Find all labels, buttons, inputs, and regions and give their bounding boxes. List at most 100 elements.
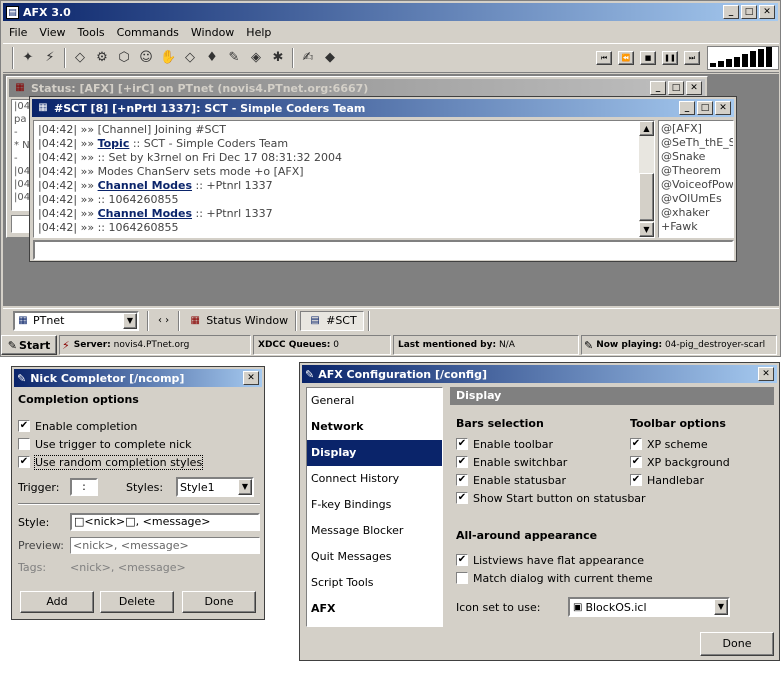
nick-completor-close-button[interactable]: ✕ [243, 371, 259, 385]
chat-link[interactable]: Channel Modes [98, 207, 192, 220]
stop-icon[interactable]: ■ [640, 51, 656, 65]
checkbox[interactable] [456, 572, 468, 584]
nav-item-display[interactable]: Display [307, 440, 442, 466]
config-done-button[interactable]: Done [700, 632, 774, 656]
checkbox[interactable]: ✔ [456, 554, 468, 566]
status-close-button[interactable]: ✕ [686, 81, 702, 95]
checkbox[interactable]: ✔ [18, 456, 30, 468]
nick-item[interactable]: +Fawk [661, 220, 731, 234]
checkbox[interactable]: ✔ [630, 438, 642, 450]
rewind-icon[interactable]: ⏪ [618, 51, 634, 65]
log-icon[interactable]: ◈ [248, 50, 264, 66]
option-xp-scheme[interactable]: ✔ XP scheme [630, 435, 730, 453]
volume-meter[interactable] [707, 46, 779, 70]
chevron-down-icon[interactable]: ▼ [238, 479, 252, 495]
script-icon[interactable]: ✎ [226, 50, 242, 66]
option-listviews-have-flat-appearance[interactable]: ✔ Listviews have flat appearance [456, 551, 653, 569]
channel-scrollbar[interactable]: ▲ ▼ [639, 121, 654, 237]
status-minimize-button[interactable]: _ [650, 81, 666, 95]
channel-icon[interactable]: ◇ [72, 50, 88, 66]
nick-item[interactable]: @VoiceofPowe [661, 178, 733, 192]
option-handlebar[interactable]: ✔ Handlebar [630, 471, 730, 489]
next-icon[interactable]: ⏭ [684, 51, 700, 65]
menu-commands[interactable]: Commands [111, 26, 185, 39]
nick-list[interactable]: @[AFX] @SeTh_thE_S @Snake @Theorem @VoiceofP… [658, 120, 734, 238]
checkbox[interactable]: ✔ [18, 420, 30, 432]
nav-item-quit-messages[interactable]: Quit Messages [307, 544, 442, 570]
chevron-down-icon[interactable]: ▼ [123, 312, 137, 329]
menu-window[interactable]: Window [185, 26, 240, 39]
checkbox[interactable]: ✔ [456, 474, 468, 486]
styles-select[interactable]: Style1 ▼ [176, 477, 254, 497]
add-button[interactable]: Add [20, 591, 94, 613]
menu-help[interactable]: Help [240, 26, 277, 39]
hand-icon[interactable]: ✋ [160, 50, 176, 66]
notepad-icon[interactable]: ✍ [300, 50, 316, 66]
minimize-button[interactable]: _ [723, 5, 739, 19]
status-maximize-button[interactable]: □ [668, 81, 684, 95]
nav-item-message-blocker[interactable]: Message Blocker [307, 518, 442, 544]
channel-window[interactable]: ▦ #SCT [8] [+nPrtl 1337]: SCT - Simple C… [29, 96, 737, 262]
close-button[interactable]: ✕ [759, 5, 775, 19]
channel-window-titlebar[interactable]: ▦ #SCT [8] [+nPrtl 1337]: SCT - Simple C… [32, 99, 734, 117]
nav-item-f-key-bindings[interactable]: F-key Bindings [307, 492, 442, 518]
option-use-random-completion-styles[interactable]: ✔ Use random completion styles [18, 453, 204, 471]
disconnect-icon[interactable]: ⚡ [42, 50, 58, 66]
option-use-trigger-to-complete-nick[interactable]: Use trigger to complete nick [18, 435, 202, 453]
nick-item[interactable]: @vOlUmEs [661, 192, 731, 206]
channel-input[interactable] [33, 240, 734, 260]
chevron-down-icon[interactable]: ▼ [714, 599, 728, 615]
font-icon[interactable]: ◆ [322, 50, 338, 66]
switchbar-nav[interactable]: ‹ › [158, 315, 169, 326]
start-button[interactable]: ✎ Start [1, 335, 57, 355]
query-icon[interactable]: ⚙ [94, 50, 110, 66]
switch-channel[interactable]: ▤ #SCT [300, 310, 364, 331]
trigger-input[interactable]: : [70, 478, 98, 496]
option-enable-switchbar[interactable]: ✔ Enable switchbar [456, 453, 646, 471]
nav-item-general[interactable]: General [307, 388, 442, 414]
option-show-start-button-on-statusbar[interactable]: ✔ Show Start button on statusbar [456, 489, 646, 507]
menu-tools[interactable]: Tools [72, 26, 111, 39]
done-button[interactable]: Done [182, 591, 256, 613]
nick-item[interactable]: @[AFX] [661, 122, 731, 136]
checkbox[interactable]: ✔ [630, 456, 642, 468]
switch-status-window[interactable]: ▦ Status Window [183, 311, 292, 331]
menu-file[interactable]: File [3, 26, 33, 39]
checkbox[interactable]: ✔ [630, 474, 642, 486]
checkbox[interactable]: ✔ [456, 492, 468, 504]
channel-minimize-button[interactable]: _ [679, 101, 695, 115]
nav-item-afx[interactable]: AFX [307, 596, 442, 622]
checkbox[interactable] [18, 438, 30, 450]
maximize-button[interactable]: □ [741, 5, 757, 19]
nav-item-script-tools[interactable]: Script Tools [307, 570, 442, 596]
ignore-icon[interactable]: ◇ [182, 50, 198, 66]
nav-item-network[interactable]: Network [307, 414, 442, 440]
option-enable-completion[interactable]: ✔ Enable completion [18, 417, 202, 435]
channel-maximize-button[interactable]: □ [697, 101, 713, 115]
option-match-dialog-with-current-theme[interactable]: Match dialog with current theme [456, 569, 653, 587]
iconset-select[interactable]: ▣ BlockOS.icl ▼ [568, 597, 730, 617]
nav-item-connect-history[interactable]: Connect History [307, 466, 442, 492]
checkbox[interactable]: ✔ [456, 438, 468, 450]
nick-completor-titlebar[interactable]: ✎ Nick Completor [/ncomp] ✕ [14, 369, 262, 387]
folder-icon[interactable]: ☺ [138, 50, 154, 66]
config-titlebar[interactable]: ✎ AFX Configuration [/config] ✕ [302, 365, 777, 383]
delete-button[interactable]: Delete [100, 591, 174, 613]
option-xp-background[interactable]: ✔ XP background [630, 453, 730, 471]
option-enable-statusbar[interactable]: ✔ Enable statusbar [456, 471, 646, 489]
scroll-thumb[interactable] [639, 173, 654, 221]
chat-link[interactable]: Topic [98, 137, 130, 150]
nick-item[interactable]: @Theorem [661, 164, 731, 178]
prev-icon[interactable]: ⏮ [596, 51, 612, 65]
channel-close-button[interactable]: ✕ [715, 101, 731, 115]
nick-item[interactable]: @xhaker [661, 206, 731, 220]
away-icon[interactable]: ♦ [204, 50, 220, 66]
settings-icon[interactable]: ✱ [270, 50, 286, 66]
style-input[interactable]: □<nick>□, <message> [70, 513, 260, 531]
nick-item[interactable]: @Snake [661, 150, 731, 164]
chat-link[interactable]: Channel Modes [98, 179, 192, 192]
nick-item[interactable]: @SeTh_thE_S [661, 136, 733, 150]
pause-icon[interactable]: ❚❚ [662, 51, 678, 65]
menu-view[interactable]: View [33, 26, 71, 39]
connect-icon[interactable]: ✦ [20, 50, 36, 66]
